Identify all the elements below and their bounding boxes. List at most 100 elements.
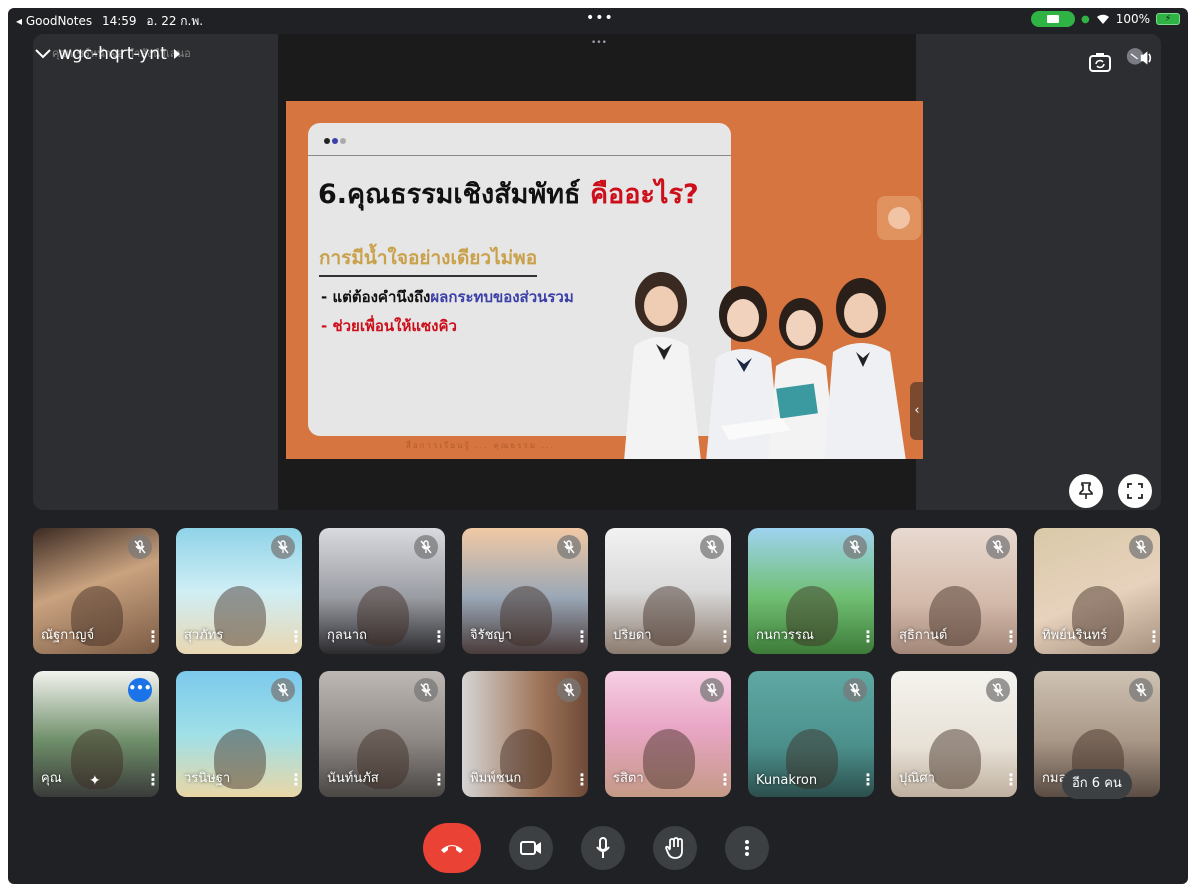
participant-more-button[interactable]: ⋮ <box>145 771 159 789</box>
participant-name: วรนิษฐา <box>184 771 231 786</box>
participant-more-button[interactable]: ⋮ <box>288 771 302 789</box>
participant-name: นันท์นภัส <box>327 771 379 786</box>
raise-hand-icon <box>665 837 683 859</box>
camera-toggle-button[interactable] <box>509 826 553 870</box>
effects-sparkle-icon[interactable]: ✦ <box>89 773 101 789</box>
meet-screen: ◂ GoodNotes 14:59 อ. 22 ก.พ. ••• ● 100% … <box>8 8 1188 884</box>
participant-name: ปริยดา <box>613 628 652 643</box>
participant-name: จิรัชญา <box>470 628 512 643</box>
participant-video <box>929 729 981 789</box>
participant-tile[interactable]: ณัฐกาญจ์ ⋮ <box>33 528 159 654</box>
more-options-button[interactable] <box>725 826 769 870</box>
participant-name: กุลนาถ <box>327 628 367 643</box>
camera-in-use-indicator <box>1030 11 1075 27</box>
mic-off-icon <box>557 535 581 559</box>
pin-icon[interactable] <box>1069 474 1103 508</box>
participant-more-button[interactable]: ⋮ <box>717 771 731 789</box>
participant-name: รสิตา <box>613 771 644 786</box>
fullscreen-icon[interactable] <box>1118 474 1152 508</box>
mic-off-icon <box>986 678 1010 702</box>
participant-more-button[interactable]: ⋮ <box>1146 628 1160 646</box>
status-date: อ. 22 ก.พ. <box>146 14 204 28</box>
participant-more-button[interactable]: ⋮ <box>574 771 588 789</box>
participant-tile[interactable]: กุลนาถ ⋮ <box>319 528 445 654</box>
chevron-down-icon[interactable] <box>34 48 52 60</box>
participant-more-button[interactable]: ⋮ <box>860 771 874 789</box>
chevron-right-icon[interactable] <box>173 49 181 59</box>
participant-more-button[interactable]: ⋮ <box>431 628 445 646</box>
mic-off-icon <box>986 535 1010 559</box>
more-participants-chip[interactable]: อีก 6 คน <box>1062 769 1132 799</box>
students-photo <box>624 272 906 459</box>
mic-off-icon <box>271 535 295 559</box>
participant-tile[interactable]: ปุณิศา ⋮ <box>891 671 1017 797</box>
end-call-button[interactable] <box>423 823 481 873</box>
participant-name: Kunakron <box>756 773 818 788</box>
status-bar: ◂ GoodNotes 14:59 อ. 22 ก.พ. ••• ● 100% … <box>8 8 1188 30</box>
raise-hand-button[interactable] <box>653 826 697 870</box>
participant-tile[interactable]: Kunakron ⋮ <box>748 671 874 797</box>
slide-bullet-1: - แต่ต้องคำนึงถึงผลกระทบของส่วนรวม <box>321 288 574 306</box>
participant-name: สุธิกานต์ <box>899 628 948 643</box>
mic-off-icon <box>414 535 438 559</box>
participant-tile[interactable]: กนกวรรณ ⋮ <box>748 528 874 654</box>
mic-off-icon <box>1129 535 1153 559</box>
participant-tile[interactable]: สุวภัทร ⋮ <box>176 528 302 654</box>
slide-overlay-button[interactable] <box>877 196 921 240</box>
end-call-icon <box>441 845 463 853</box>
mic-off-icon <box>843 678 867 702</box>
participant-tile[interactable]: จิรัชญา ⋮ <box>462 528 588 654</box>
participant-more-button[interactable]: ⋮ <box>288 628 302 646</box>
back-to-app-link[interactable]: ◂ GoodNotes <box>16 14 92 28</box>
stage-handle-dots: ••• <box>591 38 607 48</box>
participant-tile[interactable]: สุธิกานต์ ⋮ <box>891 528 1017 654</box>
mic-indicator-dot: ● <box>1080 13 1090 25</box>
participant-more-button[interactable]: ⋮ <box>145 628 159 646</box>
mic-off-icon <box>1129 678 1153 702</box>
status-time: 14:59 <box>101 14 137 28</box>
participant-more-button[interactable]: ⋮ <box>431 771 445 789</box>
participant-tile[interactable]: วรนิษฐา ⋮ <box>176 671 302 797</box>
participant-name: พิมพ์ชนก <box>470 771 522 786</box>
slide-subtitle: การมีน้ำใจอย่างเดียวไม่พอ <box>319 243 538 277</box>
participant-more-button[interactable]: ⋮ <box>860 628 874 646</box>
slide-bullet-2: - ช่วยเพื่อนให้แซงคิว <box>321 317 457 335</box>
participant-tile[interactable]: ทิพย์นรินทร์ ⋮ <box>1034 528 1160 654</box>
slide-side-tab[interactable]: ‹ <box>910 382 923 440</box>
mic-off-icon <box>557 678 581 702</box>
multitask-dots[interactable]: ••• <box>586 10 614 26</box>
speaker-icon[interactable] <box>1126 44 1154 72</box>
self-menu-button[interactable]: ••• <box>128 678 152 702</box>
battery-percent: 100% <box>1115 12 1150 26</box>
mic-off-icon <box>700 678 724 702</box>
participant-name: คุณ <box>41 771 62 786</box>
participant-tile[interactable]: นันท์นภัส ⋮ <box>319 671 445 797</box>
participant-more-button[interactable]: ⋮ <box>717 628 731 646</box>
participant-tile[interactable]: ปริยดา ⋮ <box>605 528 731 654</box>
mic-off-icon <box>700 535 724 559</box>
participant-tile[interactable]: รสิตา ⋮ <box>605 671 731 797</box>
shared-slide: 6.คุณธรรมเชิงสัมพัทธ์ คืออะไร? การมีน้ำใ… <box>286 101 923 459</box>
battery-charging-icon: ⚡ <box>1156 13 1180 25</box>
participant-more-button[interactable]: ⋮ <box>574 628 588 646</box>
wifi-icon <box>1096 14 1109 24</box>
mic-icon <box>596 837 610 858</box>
participant-tile[interactable]: ••• ✦ คุณ ⋮ <box>33 671 159 797</box>
participant-video <box>643 729 695 789</box>
mic-off-icon <box>271 678 295 702</box>
participant-name: ปุณิศา <box>899 771 935 786</box>
camera-flip-icon[interactable] <box>1086 48 1114 76</box>
meeting-code[interactable]: wgc-hqrt-ynt <box>58 44 167 64</box>
mic-off-icon <box>843 535 867 559</box>
slide-footer: สื่อการเรียนรู้ ... คุณธรรม ... <box>406 441 556 450</box>
participant-tile[interactable]: พิมพ์ชนก ⋮ <box>462 671 588 797</box>
participant-name: สุวภัทร <box>184 628 224 643</box>
camera-icon <box>520 841 541 855</box>
participant-more-button[interactable]: ⋮ <box>1003 771 1017 789</box>
mic-toggle-button[interactable] <box>581 826 625 870</box>
participant-name: กนกวรรณ <box>756 628 814 643</box>
participant-name: ณัฐกาญจ์ <box>41 628 95 643</box>
participant-name: ทิพย์นรินทร์ <box>1042 628 1108 643</box>
participant-more-button[interactable]: ⋮ <box>1003 628 1017 646</box>
mic-off-icon <box>414 678 438 702</box>
